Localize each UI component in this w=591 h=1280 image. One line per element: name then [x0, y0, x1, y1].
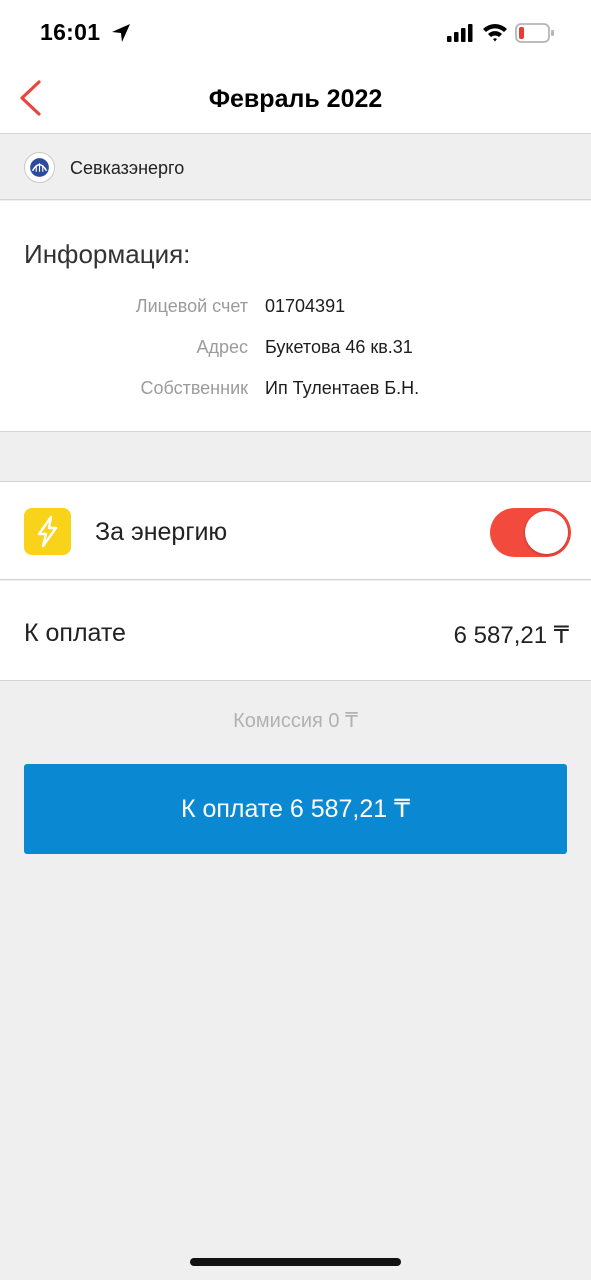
toggle-knob: [525, 511, 568, 554]
lightning-badge: [24, 508, 71, 555]
pay-button[interactable]: К оплате 6 587,21 ₸: [24, 764, 567, 854]
info-label: Лицевой счет: [135, 296, 248, 316]
info-row-account: Лицевой счет 01704391: [0, 296, 591, 320]
info-label: Адрес: [196, 337, 248, 357]
provider-strip: Севказэнерго: [0, 135, 591, 200]
nav-bar: Февраль 2022: [0, 68, 591, 134]
location-arrow-icon: [112, 24, 130, 42]
status-bar: 16:01: [0, 0, 591, 68]
info-value: Букетова 46 кв.31: [265, 337, 413, 357]
info-row-address: Адрес Букетова 46 кв.31: [0, 337, 591, 361]
info-heading: Информация:: [24, 239, 191, 269]
amount-due-row: К оплате 6 587,21 ₸: [0, 581, 591, 681]
wifi-icon: [483, 24, 507, 42]
provider-name: Севказэнерго: [70, 158, 185, 178]
info-row-owner: Собственник Ип Тулентаев Б.Н.: [0, 378, 591, 402]
info-label: Собственник: [140, 378, 248, 398]
amount-due-label: К оплате: [24, 619, 126, 647]
info-value: Ип Тулентаев Б.Н.: [265, 378, 420, 398]
home-indicator[interactable]: [190, 1258, 401, 1266]
cell-signal-icon: [447, 24, 473, 42]
service-toggle[interactable]: [490, 508, 571, 557]
commission-text: Комиссия 0 ₸: [233, 710, 358, 732]
lightning-icon: [37, 515, 58, 548]
battery-icon: [515, 23, 554, 43]
status-time: 16:01: [40, 19, 101, 45]
page-title: Февраль 2022: [208, 85, 383, 113]
info-card: Информация: Лицевой счет 01704391 Адрес …: [0, 201, 591, 432]
service-row-energy: За энергию: [0, 481, 591, 580]
screen: 16:01 Февраль 2022 Севказэнерго Информац…: [0, 0, 591, 1280]
provider-logo-icon: [24, 152, 55, 183]
service-label: За энергию: [95, 518, 228, 546]
info-value: 01704391: [265, 296, 346, 316]
amount-due-value: 6 587,21 ₸: [453, 622, 569, 649]
